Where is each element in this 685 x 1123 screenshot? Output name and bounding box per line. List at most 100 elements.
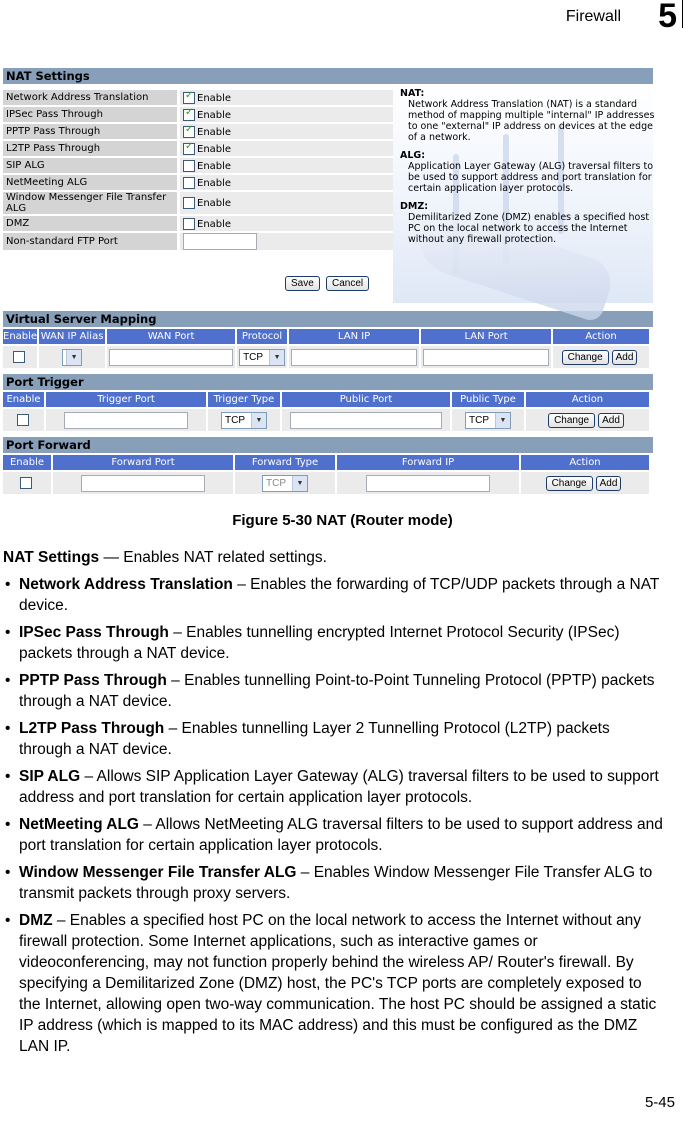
trigger-type-select[interactable]: TCP ▼	[221, 411, 267, 429]
nat-setting-row: L2TP Pass Through Enable	[3, 141, 393, 156]
public-type-select[interactable]: TCP ▼	[465, 411, 511, 429]
enable-checkbox[interactable]	[16, 414, 29, 426]
col-action: Action	[553, 329, 649, 344]
col-trigger-type: Trigger Type	[208, 392, 280, 407]
nat-setting-row: Non-standard FTP Port	[3, 233, 393, 250]
nat-settings-title: NAT Settings	[3, 68, 653, 84]
enable-checkbox[interactable]	[183, 124, 195, 138]
setting-label: Non-standard FTP Port	[3, 233, 177, 250]
wan-port-input[interactable]	[109, 348, 234, 366]
enable-checkbox[interactable]	[183, 217, 195, 230]
enable-checkbox[interactable]	[20, 477, 32, 489]
change-button[interactable]: Change	[548, 412, 596, 428]
virtual-server-title: Virtual Server Mapping	[3, 311, 653, 327]
col-enable: Enable	[3, 329, 38, 344]
bullet-term: NetMeeting ALG	[19, 816, 139, 833]
help-heading: DMZ:	[400, 201, 429, 212]
add-button[interactable]: Add	[611, 349, 638, 365]
intro-paragraph: NAT Settings — Enables NAT related setti…	[3, 547, 663, 568]
add-button[interactable]: Add	[595, 475, 622, 491]
intro-term: NAT Settings	[3, 549, 100, 566]
port-forward-title: Port Forward	[3, 437, 653, 453]
form-buttons: Save Cancel	[285, 276, 372, 291]
setting-label: L2TP Pass Through	[3, 141, 177, 156]
enable-checkbox[interactable]	[13, 351, 26, 363]
nat-setting-row: Window Messenger File Transfer ALG Enable	[3, 192, 393, 214]
page-number: 5-45	[644, 1094, 675, 1111]
section-title: Firewall	[565, 8, 621, 25]
col-action: Action	[526, 392, 649, 407]
lan-ip-input[interactable]	[291, 348, 418, 366]
help-alg: ALG: Application Layer Gateway (ALG) tra…	[400, 150, 655, 194]
help-dmz: DMZ: Demilitarized Zone (DMZ) enables a …	[400, 201, 655, 245]
protocol-select[interactable]: TCP ▼	[239, 348, 286, 366]
bullet-item: NetMeeting ALG – Allows NetMeeting ALG t…	[3, 814, 663, 856]
setting-value: Enable	[177, 175, 393, 190]
col-trigger-port: Trigger Port	[46, 392, 206, 407]
setting-value: Enable	[177, 124, 393, 139]
help-nat: NAT: Network Address Translation (NAT) i…	[400, 88, 655, 143]
change-button[interactable]: Change	[561, 349, 609, 365]
enable-checkbox[interactable]	[183, 141, 195, 155]
intro-text: — Enables NAT related settings.	[99, 549, 327, 566]
help-heading: NAT:	[400, 88, 425, 99]
lan-port-input[interactable]	[423, 348, 550, 366]
virtual-server-panel: Virtual Server Mapping Enable WAN IP Ali…	[3, 311, 653, 368]
trigger-port-input[interactable]	[64, 411, 188, 429]
save-button[interactable]: Save	[285, 276, 320, 291]
bullet-term: DMZ	[19, 912, 53, 929]
port-trigger-panel: Port Trigger Enable Trigger Port Trigger…	[3, 374, 653, 431]
col-action: Action	[521, 455, 649, 470]
enable-label: Enable	[197, 198, 232, 209]
bullet-text: – Allows SIP Application Layer Gateway (…	[19, 768, 659, 806]
col-protocol: Protocol	[237, 329, 288, 344]
change-button[interactable]: Change	[545, 475, 593, 491]
col-forward-port: Forward Port	[53, 455, 233, 470]
bullet-item: DMZ – Enables a specified host PC on the…	[3, 910, 663, 1057]
forward-port-input[interactable]	[81, 474, 205, 492]
forward-type-select[interactable]: TCP ▼	[262, 474, 308, 492]
add-button[interactable]: Add	[598, 412, 624, 428]
bullet-term: L2TP Pass Through	[19, 720, 165, 737]
ftp-port-input[interactable]	[183, 233, 257, 250]
setting-label: DMZ	[3, 216, 177, 231]
enable-checkbox[interactable]	[183, 159, 195, 172]
enable-checkbox[interactable]	[183, 90, 195, 104]
wan-ip-alias-select[interactable]: ▼	[62, 348, 83, 366]
chevron-down-icon: ▼	[66, 349, 82, 365]
nat-setting-row: NetMeeting ALG Enable	[3, 175, 393, 190]
enable-checkbox[interactable]	[183, 197, 195, 209]
chevron-down-icon: ▼	[292, 475, 307, 491]
forward-ip-input[interactable]	[366, 474, 490, 492]
chevron-down-icon: ▼	[269, 349, 285, 365]
col-enable: Enable	[3, 455, 51, 470]
setting-label: SIP ALG	[3, 158, 177, 173]
port-forward-panel: Port Forward Enable Forward Port Forward…	[3, 437, 653, 494]
setting-label: PPTP Pass Through	[3, 124, 177, 139]
table-row: TCP ▼ TCP ▼ Change Add	[3, 409, 649, 431]
enable-checkbox[interactable]	[183, 107, 195, 121]
nat-setting-row: Network Address Translation Enable	[3, 90, 393, 105]
nat-settings-table: Network Address TranslationEnableIPSec P…	[3, 88, 393, 252]
bullet-term: IPSec Pass Through	[19, 624, 169, 641]
public-port-input[interactable]	[290, 411, 442, 429]
col-wan-ip-alias: WAN IP Alias	[39, 329, 106, 344]
col-enable: Enable	[3, 392, 44, 407]
chapter-number: 5	[658, 0, 677, 35]
table-row: TCP ▼ Change Add	[3, 472, 649, 494]
table-row: ▼ TCP ▼ Change Add	[3, 346, 649, 368]
enable-label: Enable	[197, 126, 232, 138]
cancel-button[interactable]: Cancel	[325, 276, 370, 291]
bullet-item: SIP ALG – Allows SIP Application Layer G…	[3, 766, 663, 808]
col-public-port: Public Port	[282, 392, 450, 407]
port-trigger-title: Port Trigger	[3, 374, 653, 390]
help-heading: ALG:	[400, 150, 426, 161]
setting-label: Network Address Translation	[3, 90, 177, 105]
chevron-down-icon: ▼	[251, 412, 266, 428]
setting-label: IPSec Pass Through	[3, 107, 177, 122]
enable-label: Enable	[197, 218, 232, 230]
enable-label: Enable	[197, 109, 232, 121]
enable-checkbox[interactable]	[183, 176, 195, 189]
nat-screenshot: NAT Settings Network Address Translation…	[3, 68, 655, 494]
setting-value: Enable	[177, 141, 393, 156]
